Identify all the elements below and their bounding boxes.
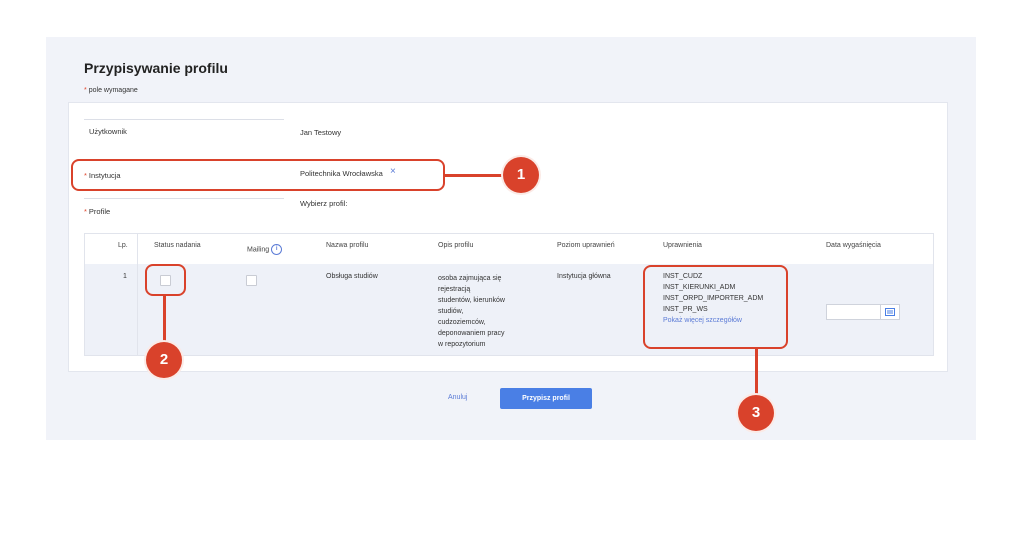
callout-connector: [445, 174, 505, 177]
permission-level: Instytucja główna: [557, 273, 611, 280]
col-expiry: Data wygaśnięcia: [826, 242, 881, 249]
col-mailing: Mailing i: [247, 244, 283, 255]
table-header: Lp. Status nadania Mailing i Nazwa profil…: [85, 234, 933, 264]
callout-badge-1: 1: [503, 157, 539, 193]
col-name: Nazwa profilu: [326, 242, 369, 249]
required-star: *: [84, 207, 87, 216]
cancel-button[interactable]: Anuluj: [448, 394, 467, 401]
profile-name: Obsługa studiów: [326, 273, 378, 280]
col-permissions: Uprawnienia: [663, 242, 702, 249]
callout-highlight-institution: [71, 159, 445, 191]
callout-connector: [755, 349, 758, 397]
divider: [84, 198, 284, 199]
description-line: studentów, kierunków: [438, 297, 505, 304]
table-row: 1 Obsługa studiów osoba zajmująca się re…: [85, 264, 933, 355]
callout-highlight-permissions: [643, 265, 788, 349]
info-icon[interactable]: i: [271, 244, 283, 255]
col-lp: Lp.: [118, 242, 128, 249]
description-line: cudzoziemców,: [438, 319, 486, 326]
description-line: deponowaniem pracy: [438, 330, 505, 337]
expiry-date-input[interactable]: [826, 304, 900, 320]
callout-connector: [163, 296, 166, 346]
required-note-text: pole wymagane: [88, 87, 138, 94]
callout-badge-2: 2: [146, 342, 182, 378]
mailing-checkbox[interactable]: [246, 275, 257, 286]
profiles-label-text: Profile: [88, 207, 111, 216]
assign-profile-button[interactable]: Przypisz profil: [500, 388, 592, 409]
column-divider: [137, 234, 138, 355]
description-line: w repozytorium: [438, 341, 486, 348]
calendar-icon[interactable]: [880, 305, 899, 319]
user-label: Użytkownik: [89, 127, 127, 136]
col-level: Poziom uprawnień: [557, 242, 615, 249]
required-star: *: [84, 87, 87, 94]
profiles-prompt: Wybierz profil:: [300, 199, 348, 208]
profiles-label: * Profile: [84, 207, 110, 216]
divider: [84, 119, 284, 120]
callout-highlight-status: [145, 264, 186, 296]
col-description: Opis profilu: [438, 242, 474, 249]
description-line: osoba zajmująca się: [438, 275, 502, 282]
profiles-table: Lp. Status nadania Mailing i Nazwa profil…: [84, 233, 934, 356]
col-mailing-label: Mailing: [247, 246, 270, 254]
col-status: Status nadania: [154, 242, 201, 249]
description-line: rejestracją: [438, 286, 471, 293]
description-line: studiów,: [438, 308, 464, 315]
page-title: Przypisywanie profilu: [84, 60, 228, 76]
callout-badge-3: 3: [738, 395, 774, 431]
required-note: * pole wymagane: [84, 87, 138, 94]
profile-description: osoba zajmująca się rejestracją studentó…: [438, 273, 533, 350]
row-lp: 1: [123, 273, 127, 280]
user-value: Jan Testowy: [300, 128, 342, 137]
